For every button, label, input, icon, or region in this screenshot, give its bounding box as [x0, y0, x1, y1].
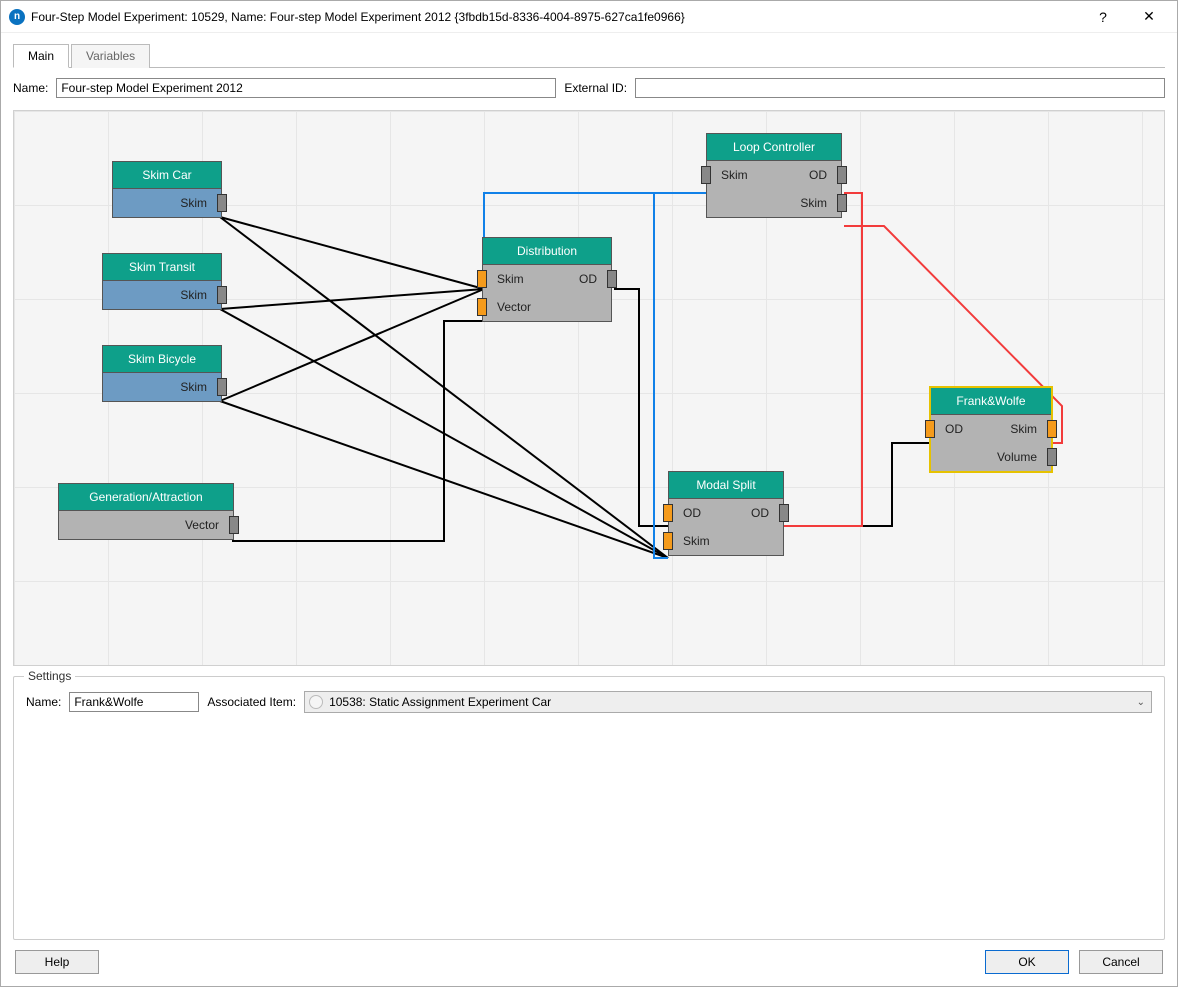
node-title: Skim Bicycle [103, 346, 221, 373]
node-skim-bicycle[interactable]: Skim Bicycle Skim [102, 345, 222, 402]
node-frank-wolfe[interactable]: Frank&Wolfe OD Skim Volume [930, 387, 1052, 472]
ok-button[interactable]: OK [985, 950, 1069, 974]
port-in-skim[interactable] [701, 166, 711, 184]
port-label: Skim [107, 288, 207, 302]
tab-main[interactable]: Main [13, 44, 69, 68]
node-title: Generation/Attraction [59, 484, 233, 511]
tab-variables[interactable]: Variables [71, 44, 150, 68]
node-title: Loop Controller [707, 134, 841, 161]
port-in-skim[interactable] [663, 532, 673, 550]
node-distribution[interactable]: Distribution Skim OD Vector [482, 237, 612, 322]
dialog-window: n Four-Step Model Experiment: 10529, Nam… [0, 0, 1178, 987]
close-icon[interactable]: ✕ [1129, 8, 1169, 25]
port-out-skim[interactable] [217, 286, 227, 304]
port-label: Skim [107, 380, 207, 394]
name-label: Name: [13, 81, 48, 95]
port-in-vector[interactable] [477, 298, 487, 316]
port-label: Skim [963, 422, 1037, 436]
settings-row: Name: Associated Item: 10538: Static Ass… [26, 691, 1152, 713]
port-out-skim[interactable] [1047, 420, 1057, 438]
port-in-od[interactable] [925, 420, 935, 438]
settings-fieldset: Settings Name: Associated Item: 10538: S… [13, 676, 1165, 940]
port-label: OD [945, 422, 963, 436]
associated-item-label: Associated Item: [207, 695, 296, 709]
port-out-skim[interactable] [217, 194, 227, 212]
port-out-skim[interactable] [217, 378, 227, 396]
titlebar: n Four-Step Model Experiment: 10529, Nam… [1, 1, 1177, 33]
port-label: Vector [63, 518, 219, 532]
node-title: Modal Split [669, 472, 783, 499]
port-in-od[interactable] [663, 504, 673, 522]
port-label: Skim [683, 534, 710, 548]
window-title: Four-Step Model Experiment: 10529, Name:… [31, 10, 1077, 24]
port-label: Skim [117, 196, 207, 210]
chevron-down-icon: ⌄ [1137, 697, 1145, 708]
port-label: OD [701, 506, 769, 520]
port-label: OD [748, 168, 827, 182]
port-out-od[interactable] [779, 504, 789, 522]
port-label: Volume [935, 450, 1037, 464]
node-skim-transit[interactable]: Skim Transit Skim [102, 253, 222, 310]
node-title: Skim Transit [103, 254, 221, 281]
help-icon[interactable]: ? [1083, 9, 1123, 25]
settings-name-input[interactable] [69, 692, 199, 712]
button-bar: Help OK Cancel [13, 950, 1165, 976]
port-out-skim[interactable] [837, 194, 847, 212]
content-area: Main Variables Name: External ID: [1, 33, 1177, 986]
node-canvas[interactable]: Skim Car Skim Skim Transit Skim Skim Bic… [13, 110, 1165, 666]
tab-bar: Main Variables [13, 43, 1165, 68]
help-button[interactable]: Help [15, 950, 99, 974]
node-title: Skim Car [113, 162, 221, 189]
cancel-button[interactable]: Cancel [1079, 950, 1163, 974]
node-skim-car[interactable]: Skim Car Skim [112, 161, 222, 218]
node-loop-controller[interactable]: Loop Controller Skim OD Skim [706, 133, 842, 218]
node-generation-attraction[interactable]: Generation/Attraction Vector [58, 483, 234, 540]
port-out-od[interactable] [837, 166, 847, 184]
port-label: OD [524, 272, 597, 286]
external-id-label: External ID: [564, 81, 627, 95]
name-row: Name: External ID: [13, 78, 1165, 98]
associated-item-value: 10538: Static Assignment Experiment Car [329, 695, 551, 709]
port-out-volume[interactable] [1047, 448, 1057, 466]
app-icon: n [9, 9, 25, 25]
port-out-vector[interactable] [229, 516, 239, 534]
name-input[interactable] [56, 78, 556, 98]
associated-item-select[interactable]: 10538: Static Assignment Experiment Car … [304, 691, 1152, 713]
port-label: Skim [721, 168, 748, 182]
settings-legend: Settings [24, 669, 75, 683]
port-label: Vector [497, 300, 531, 314]
port-label: Skim [711, 196, 827, 210]
node-title: Frank&Wolfe [931, 388, 1051, 415]
node-title: Distribution [483, 238, 611, 265]
node-modal-split[interactable]: Modal Split OD OD Skim [668, 471, 784, 556]
port-out-od[interactable] [607, 270, 617, 288]
port-label: Skim [497, 272, 524, 286]
port-in-skim[interactable] [477, 270, 487, 288]
associated-item-icon [309, 695, 323, 709]
settings-name-label: Name: [26, 695, 61, 709]
external-id-input[interactable] [635, 78, 1165, 98]
port-label: OD [683, 506, 701, 520]
